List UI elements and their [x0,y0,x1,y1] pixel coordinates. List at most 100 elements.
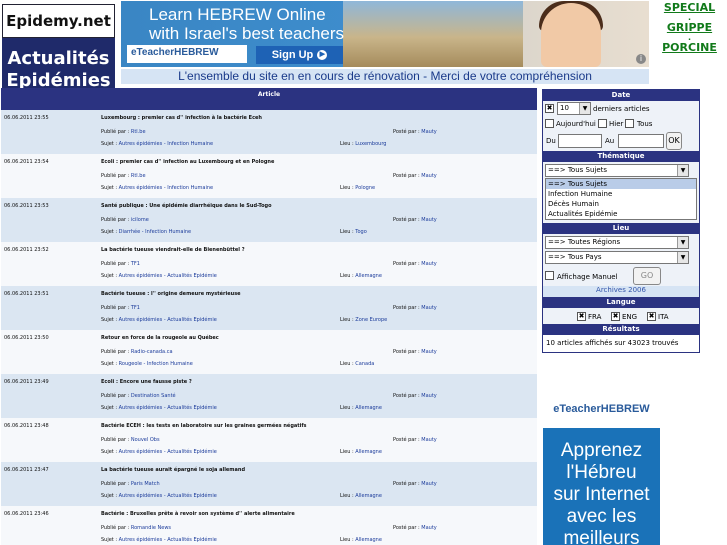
article-date-text: 06.06.2011 23:46 [4,511,49,517]
thematique-list-item[interactable]: ==> Tous Sujets [546,179,696,189]
lieu-label: Lieu : [340,449,354,455]
article-title[interactable]: Bactérie ECEH : les tests en laboratoire… [101,423,307,429]
subject-link[interactable]: Autres épidémies - Actualités Epidémie [119,405,217,411]
lieu-link[interactable]: Luxembourg [355,141,386,147]
article-title[interactable]: Bactérie tueuse : l'' origine demeure my… [101,291,241,297]
subject-link[interactable]: Autres épidémies - Infection Humaine [119,185,213,191]
count-checkbox[interactable]: ✖ [545,104,554,113]
lieu-link[interactable]: Zone Europe [355,317,387,323]
all-checkbox[interactable] [625,119,634,128]
poster-link[interactable]: Mauty [421,393,436,399]
article-row: 06.06.2011 23:54 Ecoli : premier cas d'' … [1,154,537,198]
today-label: Aujourd'hui [556,120,596,128]
article-title[interactable]: La bactérie tueuse aurait épargné le soj… [101,467,245,473]
article-title[interactable]: La bactérie tueuse viendrait-elle de Bie… [101,247,245,253]
subject-link[interactable]: Autres épidémies - Actualités Epidémie [119,317,217,323]
yesterday-checkbox[interactable] [598,119,607,128]
poster-link[interactable]: Mauty [421,349,436,355]
manual-checkbox[interactable] [545,271,554,280]
chevron-down-icon: ▼ [677,237,688,248]
go-button[interactable]: GO [633,267,661,285]
side-ad[interactable]: eTeacherHEBREW Apprenez l'Hébreu sur Int… [543,390,660,545]
article-title[interactable]: Santé publique : Une épidémie diarrhéiqu… [101,203,272,209]
subject-link[interactable]: Rougeole - Infection Humaine [119,361,193,367]
special-link-porcine[interactable]: PORCINE [652,42,727,54]
banner-headline-2: with Israel's best teachers [149,24,345,43]
lieu-link[interactable]: Togo [355,229,367,235]
region-select[interactable]: ==> Toutes Régions ▼ [545,236,689,249]
article-subject: Sujet : Autres épidémies - Actualités Ep… [101,273,217,279]
subject-link[interactable]: Autres épidémies - Actualités Epidémie [119,273,217,279]
thematique-list-item[interactable]: Infection Humaine [546,189,696,199]
publisher-link[interactable]: Radio-canada.ca [131,349,173,355]
subject-link[interactable]: Autres épidémies - Actualités Epidémie [119,537,217,543]
publisher-link[interactable]: Romandie News [131,525,171,531]
date-to-input[interactable] [618,134,664,148]
lieu-link[interactable]: Allemagne [355,449,382,455]
lang-ita-checkbox[interactable]: ✖ [647,312,656,321]
poster-link[interactable]: Mauty [421,261,436,267]
date-from-input[interactable] [558,134,602,148]
lang-fra-checkbox[interactable]: ✖ [577,312,586,321]
side-ad-line: avec les [566,506,637,527]
banner-ad[interactable]: Learn HEBREW Online with Israel's best t… [121,1,649,67]
publisher-label: Publié par : [101,129,130,135]
article-title[interactable]: Ecoli : Encore une fausse piste ? [101,379,192,385]
poster-link[interactable]: Mauty [421,217,436,223]
subject-label: Sujet : [101,317,118,323]
article-date: 06.06.2011 23:50 [4,335,49,341]
thematique-select[interactable]: ==> Tous Sujets ▼ [545,164,689,177]
publisher-link[interactable]: Rtl.be [131,173,146,179]
thematique-list-item[interactable]: Décès Humain [546,199,696,209]
publisher-link[interactable]: TF1 [131,305,140,311]
lieu-link[interactable]: Allemagne [355,537,382,543]
lang-eng-checkbox[interactable]: ✖ [611,312,620,321]
thematique-list-item[interactable]: Actualités Epidémie [546,209,696,219]
lieu-link[interactable]: Canada [355,361,374,367]
article-title[interactable]: Ecoli : premier cas d'' infection au Lux… [101,159,274,165]
country-row: ==> Tous Pays ▼ [543,250,699,266]
yesterday-label: Hier [609,120,624,128]
lieu-link[interactable]: Allemagne [355,405,382,411]
lang-fra-label: FRA [588,313,602,321]
article-title[interactable]: Bactérie : Bruxelles prête à revoir son … [101,511,295,517]
publisher-link[interactable]: Rtl.be [131,129,146,135]
info-icon[interactable]: i [636,54,646,64]
lieu-link[interactable]: Allemagne [355,273,382,279]
publisher-link[interactable]: Paris Match [131,481,160,487]
thematique-list[interactable]: ==> Tous Sujets Infection Humaine Décès Hu… [545,178,697,220]
lieu-link[interactable]: Allemagne [355,493,382,499]
count-select[interactable]: 10 ▼ [557,102,591,115]
publisher-link[interactable]: icilome [131,217,149,223]
poster-link[interactable]: Mauty [421,129,436,135]
archives-link[interactable]: Archives 2006 [543,286,699,297]
today-checkbox[interactable] [545,119,554,128]
article-poster: Posté par : Mauty [393,261,437,267]
article-title[interactable]: Luxembourg : premier cas d'' infection à… [101,115,262,121]
lieu-label: Lieu : [340,185,354,191]
subject-link[interactable]: Autres épidémies - Actualités Epidémie [119,449,217,455]
publisher-link[interactable]: Destination Santé [131,393,176,399]
article-poster: Posté par : Mauty [393,393,437,399]
site-logo[interactable]: Epidemy.net [2,4,115,38]
ok-button[interactable]: OK [666,132,682,150]
lieu-link[interactable]: Pologne [355,185,375,191]
banner-signup-button[interactable]: Sign Up ▶ [256,46,343,64]
article-publisher: Publié par : Romandie News [101,525,171,531]
poster-link[interactable]: Mauty [421,305,436,311]
publisher-link[interactable]: TF1 [131,261,140,267]
subject-link[interactable]: Diarrhée - Infection Humaine [119,229,191,235]
poster-link[interactable]: Mauty [421,525,436,531]
publisher-link[interactable]: Nouvel Obs [131,437,160,443]
poster-label: Posté par : [393,525,420,531]
subject-link[interactable]: Autres épidémies - Actualités Epidémie [119,493,217,499]
date-section-title: Date [543,90,699,101]
country-select[interactable]: ==> Tous Pays ▼ [545,251,689,264]
poster-link[interactable]: Mauty [421,481,436,487]
poster-link[interactable]: Mauty [421,437,436,443]
poster-link[interactable]: Mauty [421,173,436,179]
side-ad-text: Apprenez l'Hébreu sur Internet avec les … [543,440,660,545]
article-title[interactable]: Retour en force de la rougeole au Québec [101,335,219,341]
subject-link[interactable]: Autres épidémies - Infection Humaine [119,141,213,147]
article-poster: Posté par : Mauty [393,173,437,179]
